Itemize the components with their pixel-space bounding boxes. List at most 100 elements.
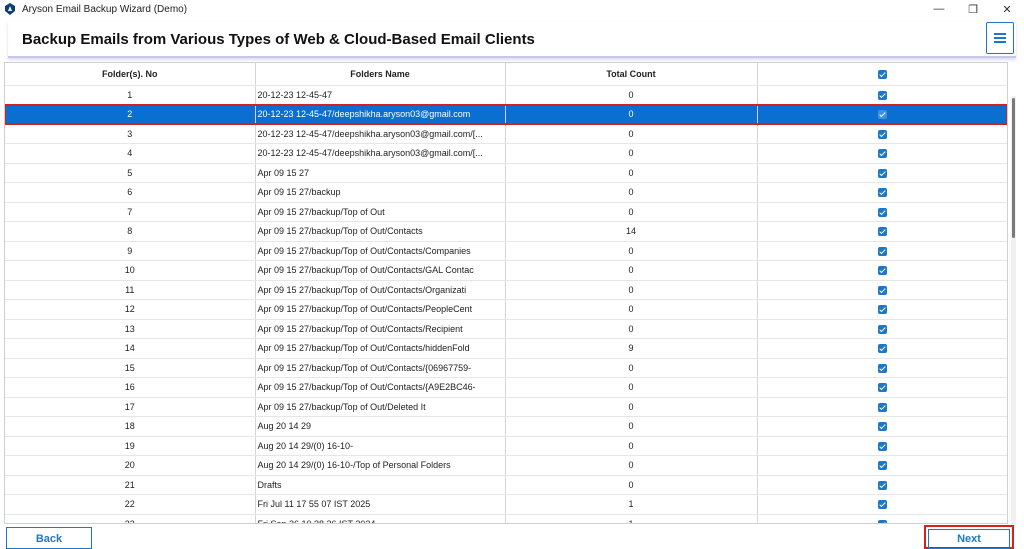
folder-number-cell: 20 [5,455,256,476]
table-row[interactable]: 7 Apr 09 15 27/backup/Top of Out 0 [5,202,1007,222]
row-checkbox[interactable] [877,480,887,490]
folder-name-cell: Drafts [255,475,506,495]
row-checkbox[interactable] [877,90,887,100]
table-row[interactable]: 10 Apr 09 15 27/backup/Top of Out/Contact… [5,260,1007,281]
row-checkbox[interactable] [877,441,887,451]
menu-button[interactable] [986,22,1014,54]
folder-name-cell: Apr 09 15 27/backup/Top of Out/Contacts [255,221,506,242]
row-checkbox[interactable] [877,227,887,237]
folder-number-cell: 18 [5,416,256,437]
table-row[interactable]: 18 Aug 20 14 29 0 [5,416,1007,437]
folder-name-cell: Aug 20 14 29 [255,416,506,437]
table-row[interactable]: 4 20-12-23 12-45-47/deepshikha.aryson03@g… [5,143,1007,164]
page-title: Backup Emails from Various Types of Web … [22,31,535,48]
folder-number-cell: 12 [5,299,256,320]
row-checkbox[interactable] [877,168,887,178]
table-row[interactable]: 1 20-12-23 12-45-47 0 [5,85,1007,105]
folder-number-cell: 13 [5,319,256,339]
table-row[interactable]: 5 Apr 09 15 27 0 [5,163,1007,183]
folder-name-cell: 20-12-23 12-45-47/deepshikha.aryson03@gm… [255,124,506,144]
table-row[interactable]: 16 Apr 09 15 27/backup/Top of Out/Contact… [5,377,1007,398]
back-button[interactable]: Back [6,527,92,549]
row-checkbox[interactable] [877,266,887,276]
table-row[interactable]: 8 Apr 09 15 27/backup/Top of Out/Contacts… [5,221,1007,242]
folder-number-cell: 3 [5,124,256,144]
select-cell [757,182,1007,203]
select-cell [757,319,1007,339]
table-row[interactable]: 20 Aug 20 14 29/(0) 16-10-/Top of Persona… [5,455,1007,476]
select-cell [757,280,1007,300]
close-button[interactable]: ✕ [990,0,1024,18]
select-cell [757,241,1007,261]
row-checkbox[interactable] [877,324,887,334]
folder-name-cell: Aug 20 14 29/(0) 16-10- [255,436,506,456]
table-row[interactable]: 9 Apr 09 15 27/backup/Top of Out/Contacts… [5,241,1007,261]
column-header-select[interactable] [757,63,1007,86]
row-checkbox[interactable] [877,402,887,412]
select-all-checkbox[interactable] [877,69,887,79]
table-row[interactable]: 17 Apr 09 15 27/backup/Top of Out/Deleted… [5,397,1007,417]
select-cell [757,202,1007,222]
folder-number-cell: 23 [5,514,256,523]
row-checkbox[interactable] [877,110,887,120]
total-count-cell: 0 [505,299,758,320]
table-row[interactable]: 15 Apr 09 15 27/backup/Top of Out/Contact… [5,358,1007,378]
folder-number-cell: 8 [5,221,256,242]
table-row[interactable]: 3 20-12-23 12-45-47/deepshikha.aryson03@g… [5,124,1007,144]
select-cell [757,514,1007,523]
window-controls: — ❐ ✕ [922,0,1024,18]
restore-button[interactable]: ❐ [956,0,990,18]
hamburger-icon [994,33,1006,43]
column-header-number[interactable]: Folder(s). No [5,63,256,86]
folder-number-cell: 11 [5,280,256,300]
total-count-cell: 0 [505,241,758,261]
table-row[interactable]: 21 Drafts 0 [5,475,1007,495]
row-checkbox[interactable] [877,500,887,510]
column-header-folders-name[interactable]: Folders Name [255,63,506,86]
row-checkbox[interactable] [877,519,887,523]
select-cell [757,104,1007,125]
total-count-cell: 9 [505,338,758,359]
folder-number-cell: 17 [5,397,256,417]
table-row[interactable]: 23 Fri Sep 26 10 38 26 IST 2024 1 [5,514,1007,523]
row-checkbox[interactable] [877,188,887,198]
folder-number-cell: 19 [5,436,256,456]
folder-name-cell: Apr 09 15 27/backup/Top of Out/Contacts/… [255,358,506,378]
row-checkbox[interactable] [877,305,887,315]
folder-name-cell: Apr 09 15 27/backup/Top of Out/Contacts/… [255,280,506,300]
table-row[interactable]: 11 Apr 09 15 27/backup/Top of Out/Contact… [5,280,1007,300]
folder-name-cell: Aug 20 14 29/(0) 16-10-/Top of Personal … [255,455,506,476]
row-checkbox[interactable] [877,129,887,139]
row-checkbox[interactable] [877,285,887,295]
table-row[interactable]: 2 20-12-23 12-45-47/deepshikha.aryson03@g… [5,103,1007,125]
row-checkbox[interactable] [877,383,887,393]
row-checkbox[interactable] [877,246,887,256]
select-cell [757,397,1007,417]
folder-name-cell: Fri Jul 11 17 55 07 IST 2025 [255,494,506,515]
table-row[interactable]: 22 Fri Jul 11 17 55 07 IST 2025 1 [5,494,1007,515]
row-checkbox[interactable] [877,363,887,373]
row-checkbox[interactable] [877,344,887,354]
select-cell [757,455,1007,476]
total-count-cell: 0 [505,377,758,398]
table-row[interactable]: 14 Apr 09 15 27/backup/Top of Out/Contact… [5,338,1007,359]
folder-name-cell: Apr 09 15 27/backup [255,182,506,203]
table-header-row: Folder(s). No Folders Name Total Count [5,63,1007,86]
row-checkbox[interactable] [877,422,887,432]
table-row[interactable]: 13 Apr 09 15 27/backup/Top of Out/Contact… [5,319,1007,339]
select-cell [757,377,1007,398]
folder-name-cell: Apr 09 15 27/backup/Top of Out/Contacts/… [255,260,506,281]
folder-name-cell: 20-12-23 12-45-47/deepshikha.aryson03@gm… [255,143,506,164]
row-checkbox[interactable] [877,149,887,159]
column-header-total-count[interactable]: Total Count [505,63,758,86]
table-row[interactable]: 12 Apr 09 15 27/backup/Top of Out/Contact… [5,299,1007,320]
table-row[interactable]: 6 Apr 09 15 27/backup 0 [5,182,1007,203]
table-row[interactable]: 19 Aug 20 14 29/(0) 16-10- 0 [5,436,1007,456]
row-checkbox[interactable] [877,461,887,471]
window-title: Aryson Email Backup Wizard (Demo) [22,3,188,15]
next-button[interactable]: Next [924,525,1014,549]
row-checkbox[interactable] [877,207,887,217]
select-cell [757,221,1007,242]
minimize-button[interactable]: — [922,0,956,18]
scrollbar-thumb[interactable] [1012,98,1015,238]
